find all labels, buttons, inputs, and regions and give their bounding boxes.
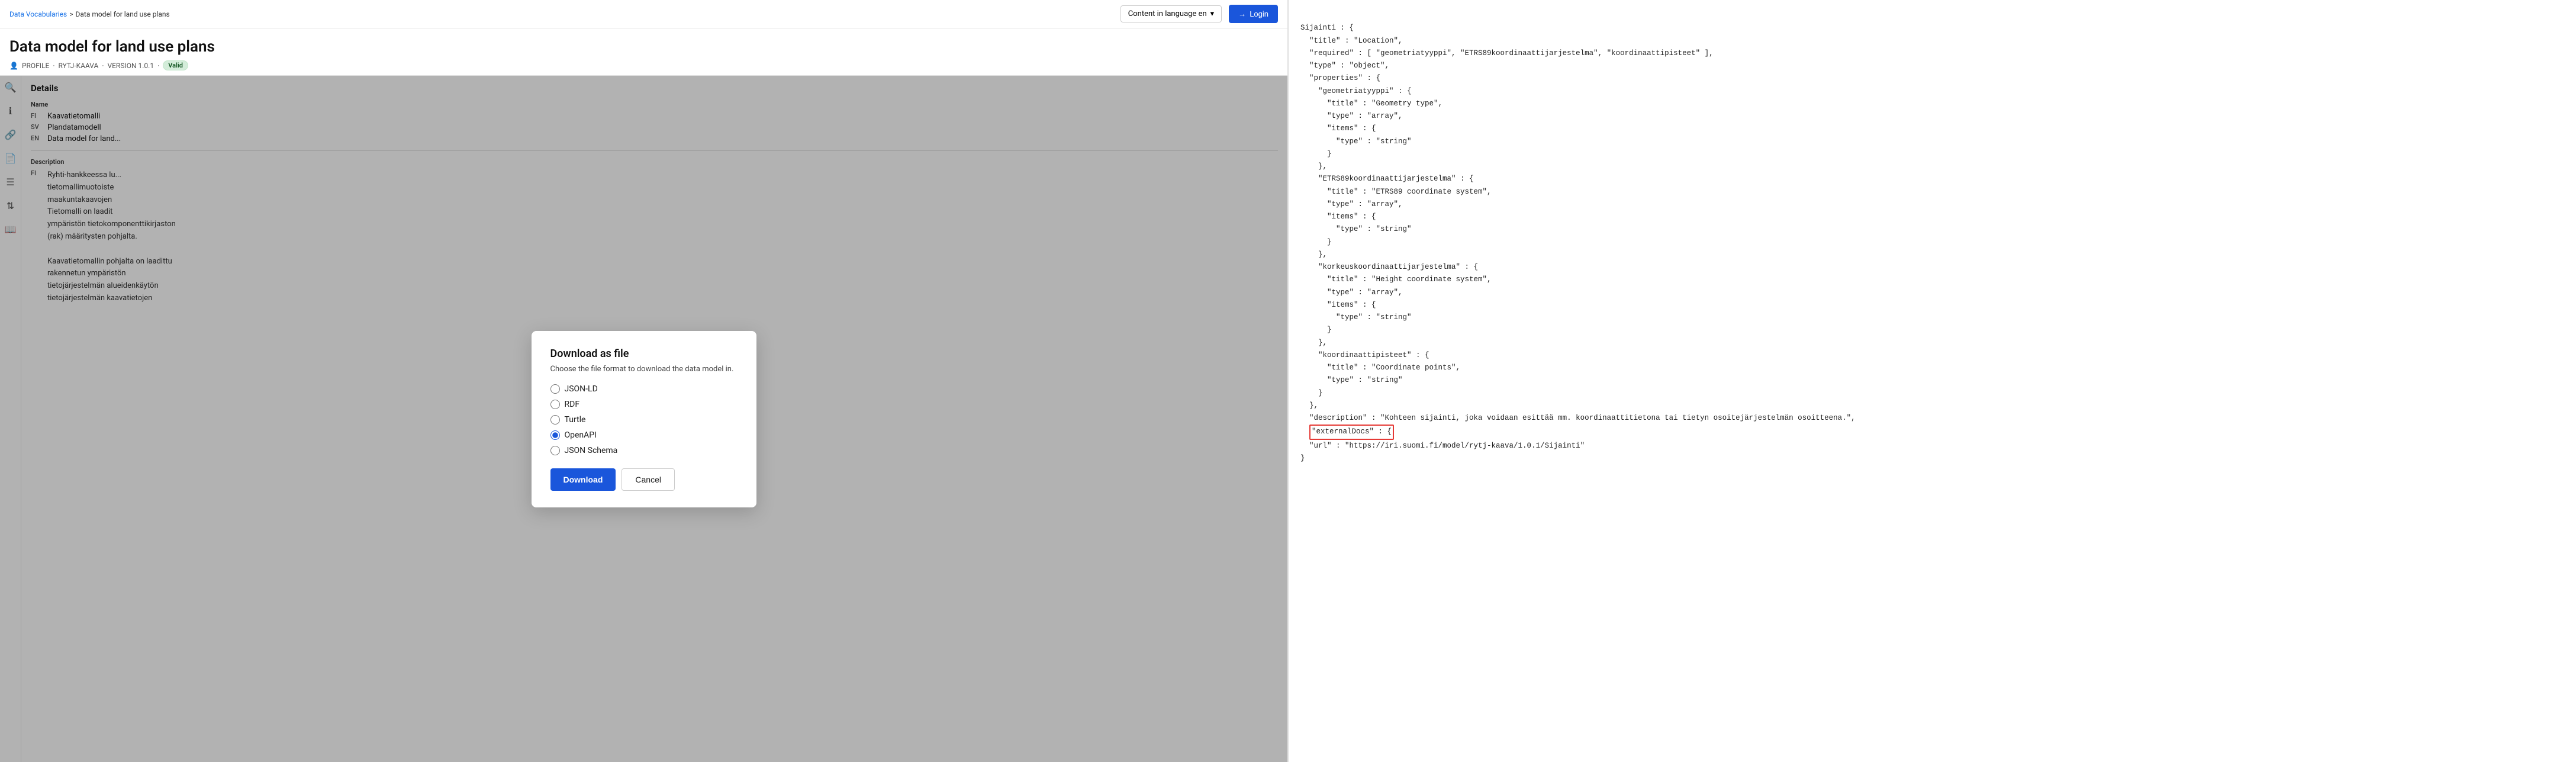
meta-profile: PROFILE	[22, 62, 49, 70]
radio-rdf[interactable]	[550, 400, 560, 409]
radio-json-ld[interactable]	[550, 384, 560, 394]
breadcrumb: Data Vocabularies > Data model for land …	[9, 10, 170, 18]
login-label: Login	[1250, 9, 1268, 18]
highlighted-code-line: "externalDocs" : {	[1309, 425, 1394, 439]
main-content: 🔍 ℹ 🔗 📄 ☰ ⇅ 📖 Details Name FI Kaavatieto…	[0, 76, 1287, 762]
top-bar: Data Vocabularies > Data model for land …	[0, 0, 1287, 28]
download-button[interactable]: Download	[550, 468, 616, 491]
label-turtle: Turtle	[565, 415, 586, 425]
cancel-button[interactable]: Cancel	[622, 468, 675, 491]
meta-sep1: ·	[53, 62, 54, 70]
modal-overlay: Download as file Choose the file format …	[0, 76, 1287, 762]
left-panel: Data Vocabularies > Data model for land …	[0, 0, 1288, 762]
label-json-schema: JSON Schema	[565, 446, 618, 455]
option-json-ld[interactable]: JSON-LD	[550, 384, 738, 394]
breadcrumb-parent[interactable]: Data Vocabularies	[9, 10, 67, 18]
option-json-schema[interactable]: JSON Schema	[550, 446, 738, 455]
login-icon: →	[1238, 9, 1246, 18]
option-openapi[interactable]: OpenAPI	[550, 430, 738, 440]
label-openapi: OpenAPI	[565, 430, 597, 440]
breadcrumb-separator: >	[69, 10, 73, 18]
modal-buttons: Download Cancel	[550, 468, 738, 491]
code-block: Sijainti : { "title" : "Location", "requ…	[1300, 9, 2564, 477]
meta-vocab: RYTJ-KAAVA	[59, 62, 99, 70]
option-turtle[interactable]: Turtle	[550, 415, 738, 425]
page-title: Data model for land use plans	[9, 38, 1278, 56]
login-button[interactable]: → Login	[1229, 5, 1278, 23]
modal-subtitle: Choose the file format to download the d…	[550, 365, 738, 374]
radio-turtle[interactable]	[550, 415, 560, 425]
meta-version: VERSION 1.0.1	[107, 62, 154, 70]
page-title-section: Data model for land use plans 👤 PROFILE …	[0, 28, 1287, 76]
label-json-ld: JSON-LD	[565, 384, 598, 394]
option-rdf[interactable]: RDF	[550, 400, 738, 409]
radio-openapi[interactable]	[550, 430, 560, 440]
profile-icon: 👤	[9, 62, 18, 70]
top-bar-right: Content in language en ▾ → Login	[1120, 5, 1278, 23]
lang-selector-label: Content in language en	[1128, 9, 1207, 18]
right-panel: Sijainti : { "title" : "Location", "requ…	[1288, 0, 2576, 762]
valid-badge: Valid	[163, 60, 188, 70]
download-modal: Download as file Choose the file format …	[532, 331, 756, 507]
format-radio-group: JSON-LD RDF Turtle OpenAPI	[550, 384, 738, 455]
language-selector[interactable]: Content in language en ▾	[1120, 5, 1222, 22]
meta-sep2: ·	[102, 62, 104, 70]
radio-json-schema[interactable]	[550, 446, 560, 455]
breadcrumb-current: Data model for land use plans	[75, 10, 169, 18]
chevron-down-icon: ▾	[1210, 9, 1215, 18]
modal-title: Download as file	[550, 348, 738, 360]
page-meta: 👤 PROFILE · RYTJ-KAAVA · VERSION 1.0.1 ·…	[9, 60, 1278, 70]
label-rdf: RDF	[565, 400, 580, 409]
meta-sep3: ·	[157, 62, 159, 70]
